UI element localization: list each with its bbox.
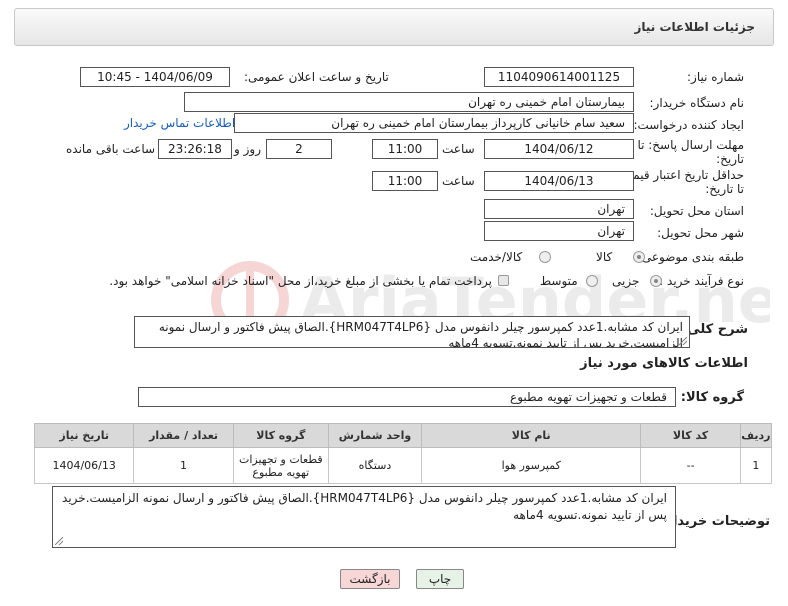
price-time-label: ساعت (442, 174, 475, 188)
price-deadline-label-date: تا تاریخ: (705, 182, 744, 196)
announce-field: 1404/06/09 - 10:45 (80, 67, 230, 87)
col-date: تاریخ نیاز (33, 423, 135, 448)
cell-name: کمپرسور هوا (421, 447, 642, 484)
reply-time-label: ساعت (442, 142, 475, 156)
buyer-notes-text: ایران کد مشابه.1عدد کمپرسور چیلر دانفوس … (62, 491, 667, 522)
process-option-minor: جزیی (612, 274, 640, 288)
cell-unit: دستگاه (327, 447, 423, 484)
resize-handle[interactable] (679, 337, 687, 345)
process-radio-medium[interactable] (586, 275, 598, 287)
province-label: استان محل تحویل: (649, 204, 744, 218)
col-code: کد کالا (640, 423, 741, 448)
price-deadline-label: حداقل تاریخ اعتبار قیمت: (617, 168, 744, 182)
days-label: روز و (234, 142, 261, 156)
col-row: ردیف (739, 423, 773, 448)
price-date-field: 1404/06/13 (484, 171, 634, 191)
goods-group-label: گروه کالا: (680, 390, 744, 405)
city-label: شهر محل تحویل: (657, 226, 744, 240)
buyer-contact-link[interactable]: اطلاعات تماس خریدار (124, 116, 235, 130)
need-number-label: شماره نیاز: (687, 70, 744, 84)
remaining-label: ساعت باقی مانده (66, 142, 156, 156)
buyer-notes-label: توضیحات خریدار: (660, 514, 770, 529)
table-row: 1 -- کمپرسور هوا دستگاه قطعات و تجهیزات … (33, 447, 773, 484)
reply-deadline-label: مهلت ارسال پاسخ: تا (637, 138, 744, 152)
category-option-goods-service: کالا/خدمت (470, 250, 523, 264)
page-title: جزئیات اطلاعات نیاز (634, 20, 755, 34)
creator-label: ایجاد کننده درخواست: (633, 118, 744, 132)
process-option-medium: متوسط (540, 274, 578, 288)
announce-label: تاریخ و ساعت اعلان عمومی: (244, 70, 389, 84)
reply-deadline-label-date: تاریخ: (716, 152, 744, 166)
description-text: ایران کد مشابه.1عدد کمپرسور چیلر دانفوس … (158, 320, 683, 348)
buyer-org-label: نام دستگاه خریدار: (649, 96, 745, 110)
goods-group-field: قطعات و تجهیزات تهویه مطبوع (138, 387, 676, 407)
print-button[interactable]: چاپ (416, 569, 464, 589)
cell-qty: 1 (133, 447, 234, 484)
province-field: تهران (484, 199, 634, 219)
cell-row: 1 (739, 447, 773, 484)
cell-date: 1404/06/13 (33, 447, 135, 484)
goods-table: ردیف کد کالا نام کالا واحد شمارش گروه کا… (33, 423, 773, 484)
description-textarea: ایران کد مشابه.1عدد کمپرسور چیلر دانفوس … (134, 316, 690, 348)
cell-code: -- (640, 447, 741, 484)
cell-group: قطعات و تجهیزات تهویه مطبوع (232, 447, 329, 484)
col-group: گروه کالا (232, 423, 329, 448)
reply-date-field: 1404/06/12 (484, 139, 634, 159)
city-field: تهران (484, 221, 634, 241)
process-radio-minor[interactable] (650, 275, 662, 287)
category-radio-goods[interactable] (633, 251, 645, 263)
col-qty: تعداد / مقدار (133, 423, 234, 448)
remaining-time-field: 23:26:18 (158, 139, 232, 159)
buyer-org-field: بیمارستان امام خمینی ره تهران (184, 92, 634, 112)
page-header-panel: جزئیات اطلاعات نیاز (14, 8, 774, 46)
buyer-notes-textarea: ایران کد مشابه.1عدد کمپرسور چیلر دانفوس … (52, 486, 676, 548)
goods-table-header: ردیف کد کالا نام کالا واحد شمارش گروه کا… (33, 423, 773, 448)
process-label: نوع فرآیند خرید : (659, 274, 744, 288)
category-radio-goods-service[interactable] (539, 251, 551, 263)
payment-treasury-checkbox[interactable] (498, 275, 509, 286)
creator-field: سعید سام خانیانی کارپرداز بیمارستان امام… (234, 113, 634, 133)
goods-section-title: اطلاعات کالاهای مورد نیاز (580, 356, 748, 371)
payment-note: پرداخت تمام یا بخشی از مبلغ خرید،از محل … (109, 274, 492, 288)
price-time-field: 11:00 (372, 171, 438, 191)
days-field: 2 (266, 139, 332, 159)
col-unit: واحد شمارش (327, 423, 423, 448)
category-option-goods: کالا (596, 250, 613, 264)
resize-handle[interactable] (55, 537, 63, 545)
category-label: طبقه بندی موضوعی: (637, 250, 744, 264)
need-number-field: 1104090614001125 (484, 67, 634, 87)
reply-time-field: 11:00 (372, 139, 438, 159)
col-name: نام کالا (421, 423, 642, 448)
back-button[interactable]: بازگشت (340, 569, 400, 589)
